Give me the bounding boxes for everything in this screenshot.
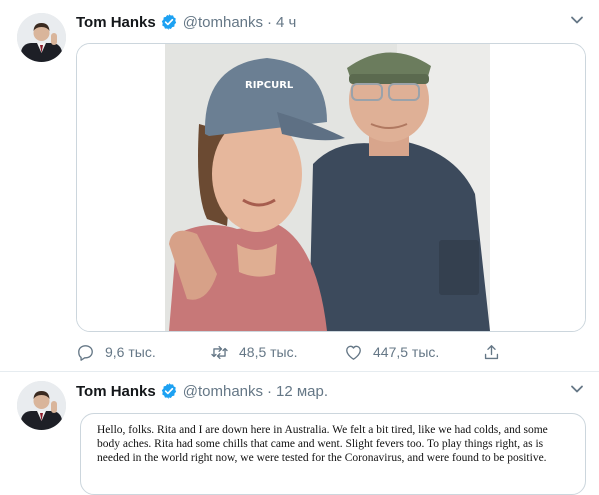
author-handle[interactable]: @tomhanks: [183, 383, 263, 400]
separator-dot: ·: [267, 382, 273, 400]
tweet-photo[interactable]: RIPCURL: [76, 43, 586, 332]
chevron-down-icon[interactable]: [569, 12, 585, 28]
verified-badge-icon: [161, 14, 176, 30]
reply-button[interactable]: 9,6 тыс.: [76, 340, 156, 364]
retweet-count: 48,5 тыс.: [239, 344, 298, 360]
tweet-timestamp[interactable]: 12 мар.: [276, 383, 328, 400]
retweet-icon: [211, 345, 228, 359]
separator-dot: ·: [267, 13, 273, 31]
statement-image[interactable]: Hello, folks. Rita and I are down here i…: [80, 413, 586, 495]
reply-icon: [78, 344, 93, 361]
verified-badge-icon: [161, 383, 176, 399]
share-icon: [484, 344, 499, 359]
like-icon: [346, 345, 361, 360]
share-button[interactable]: [482, 340, 511, 364]
tweet-1[interactable]: Tom Hanks @tomhanks · 4 ч RIPCURL 9,6 ты…: [0, 0, 599, 372]
like-count: 447,5 тыс.: [373, 344, 440, 360]
author-name[interactable]: Tom Hanks: [76, 14, 156, 31]
reply-count: 9,6 тыс.: [105, 344, 156, 360]
avatar-image: [17, 13, 66, 62]
avatar-image: [17, 381, 66, 430]
photo-image: RIPCURL: [77, 44, 585, 331]
cap-logo-text: RIPCURL: [245, 80, 294, 91]
tweet-timestamp[interactable]: 4 ч: [276, 14, 296, 31]
tweet-header: Tom Hanks @tomhanks · 12 мар.: [76, 381, 328, 401]
avatar[interactable]: [17, 381, 66, 430]
statement-text: Hello, folks. Rita and I are down here i…: [97, 424, 548, 464]
like-button[interactable]: 447,5 тыс.: [344, 340, 439, 364]
retweet-button[interactable]: 48,5 тыс.: [210, 340, 298, 364]
tweet-actions: 9,6 тыс. 48,5 тыс. 447,5 тыс.: [76, 340, 506, 364]
chevron-down-icon[interactable]: [569, 381, 585, 397]
author-handle[interactable]: @tomhanks: [183, 14, 263, 31]
tweet-2[interactable]: Tom Hanks @tomhanks · 12 мар. Hello, fol…: [0, 371, 599, 495]
author-name[interactable]: Tom Hanks: [76, 383, 156, 400]
avatar[interactable]: [17, 13, 66, 62]
tweet-header: Tom Hanks @tomhanks · 4 ч: [76, 12, 296, 32]
